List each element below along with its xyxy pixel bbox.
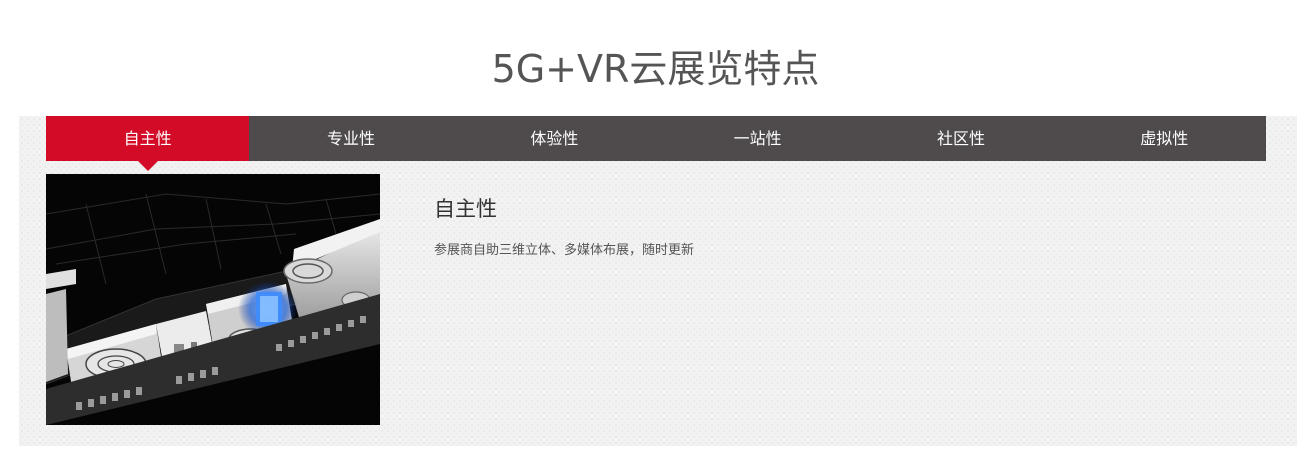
section-title: 5G+VR云展览特点	[491, 47, 820, 91]
tab-label: 专业性	[326, 129, 375, 148]
feature-image	[46, 174, 380, 425]
tab-community[interactable]: 社区性	[859, 116, 1062, 161]
tab-virtual[interactable]: 虚拟性	[1063, 116, 1266, 161]
tab-one-stop[interactable]: 一站性	[656, 116, 859, 161]
tab-experience[interactable]: 体验性	[453, 116, 656, 161]
tab-label: 一站性	[733, 129, 782, 148]
active-tab-pointer-icon	[137, 161, 158, 171]
tab-autonomy[interactable]: 自主性	[46, 116, 250, 171]
feature-description: 参展商自助三维立体、多媒体布展，随时更新	[434, 243, 695, 258]
tab-label: 自主性	[123, 129, 172, 148]
feature-heading: 自主性	[434, 197, 497, 221]
tab-label: 虚拟性	[1140, 129, 1189, 148]
tab-label: 社区性	[936, 129, 985, 148]
tab-professional[interactable]: 专业性	[249, 116, 452, 161]
exhibition-hall-render-icon	[46, 174, 380, 425]
tab-label: 体验性	[530, 129, 579, 148]
feature-tabs: 自主性 专业性 体验性 一站性 社区性 虚拟性	[46, 116, 1266, 171]
page: 5G+VR云展览特点 自主性 专业性 体验性 一站性 社区性 虚拟性 自主性 参…	[0, 0, 1311, 470]
